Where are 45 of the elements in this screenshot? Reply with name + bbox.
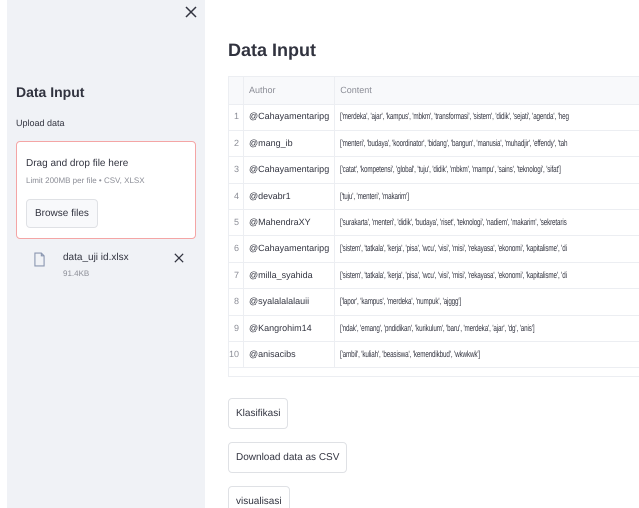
remove-icon[interactable] [174,252,184,262]
row-index: 1 [229,104,244,130]
table-cell-text: ['ambil', 'kuliah', 'beasiswa', 'kemendikbud', 'wkwkwk'] [340,348,480,361]
drop-text: Drag and drop file here [26,156,128,170]
table-cell-text: ['catat', 'kompetensi', 'global', 'tuju', 'didik', 'mbkm', 'mampu', 'sains', 'teknologi', 'sifat'] [340,163,561,176]
row-index: 3 [229,156,244,184]
file-icon [34,252,45,266]
row-index: 9 [229,315,244,342]
row-index: 5 [229,210,244,236]
page-title: Data Input [228,39,317,62]
table-cell-text: ['surakarta', 'menteri', 'didik', 'budaya', 'riset', 'teknologi', 'nadiem', 'makarim', 'sekretaris [340,216,567,229]
action-button[interactable]: Klasifikasi [228,398,288,429]
table-cell: @Kangrohim14 [244,315,335,342]
row-index: 8 [229,288,244,316]
table-cell-text: ['menteri', 'budaya', 'koordinator', 'bidang', 'bangun', 'manusia', 'muhadjir', 'effendy', 'tah [340,136,568,150]
table-cell-text: ['ndak', 'emang', 'pndidikan', 'kurikulum', 'baru', 'merdeka', 'ajar', 'dg', 'anis'] [340,322,535,335]
table-cell: @MahendraXY [244,210,335,236]
action-button[interactable]: visualisasi [228,486,290,508]
action-button[interactable]: Download data as CSV [228,442,348,473]
browse-button[interactable]: Browse files [26,198,98,228]
limit-text: Limit 200MB per file • CSV, XLSX [26,174,145,186]
table-cell: @anisacibs [244,342,335,368]
table-cell: @devabr1 [244,183,335,210]
table-cell: @Cahayamentaripg [244,104,335,130]
close-icon[interactable] [185,6,197,18]
table-cell: @milla_syahida [244,262,335,289]
table-cell-text: ['lapor', 'kampus', 'merdeka', 'numpuk', 'ajggg'] [340,295,462,308]
sidebar-title: Data Input [16,83,86,102]
table-cell-text: ['sistem', 'tatkala', 'kerja', 'pisa', 'wcu', 'visi', 'misi', 'rekayasa', 'ekonomi', 'kapitalisme', 'di [340,242,568,256]
table-cell: @syalalalalauii [244,288,335,316]
row-index: 2 [229,130,244,157]
table-cell-text: ['merdeka', 'ajar', 'kampus', 'mbkm', 'transformasi', 'sistem', 'didik', 'sejati', 'agenda', 'heg [340,110,570,124]
table-cell-text: ['sistem', 'tatkala', 'kerja', 'pisa', 'wcu', 'visi', 'misi', 'rekayasa', 'ekonomi', 'kapitalisme', 'di [340,268,568,282]
file-size: 91.4KB [63,268,90,280]
row-index: 4 [229,183,244,210]
table-cell-text: ['tuju', 'menteri', 'makarim'] [340,190,410,203]
row-index: 7 [229,262,244,289]
row-index: 6 [229,236,244,262]
table-cell: @mang_ib [244,130,335,157]
table-cell: @Cahayamentaripg [244,236,335,262]
drop-zone[interactable]: Drag and drop file here Limit 200MB per file • CSV, XLSX Browse files [16,140,196,238]
row-index: 10 [229,342,244,368]
table-cell: @Cahayamentaripg [244,156,335,184]
upload-label: Upload data [16,117,66,130]
file-name: data_uji id.xlsx [63,250,129,264]
